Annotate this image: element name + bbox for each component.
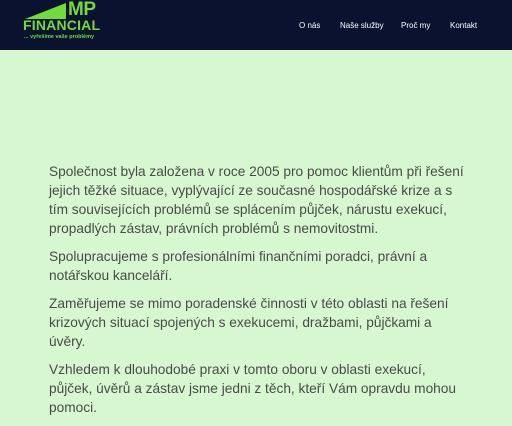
nav-link-proc-my[interactable]: Proč my	[401, 20, 430, 32]
about-content: Společnost byla založena v roce 2005 pro…	[49, 162, 469, 426]
about-paragraph: Společnost byla založena v roce 2005 pro…	[49, 164, 464, 236]
main-navigation: O nás Naše služby Proč my Kontakt	[0, 20, 512, 32]
about-paragraph: Spolupracujeme s profesionálními finančn…	[49, 249, 428, 283]
about-paragraph: Zaměřujeme se mimo poradenské činnosti v…	[49, 296, 449, 349]
nav-link-kontakt[interactable]: Kontakt	[450, 20, 477, 32]
site-header: MP FINANCIAL ... vyřešíme vaše problémy …	[0, 0, 512, 50]
nav-link-o-nas[interactable]: O nás	[299, 20, 320, 32]
nav-link-nase-sluzby[interactable]: Naše služby	[340, 20, 384, 32]
about-paragraph: Vzhledem k dlouhodobé praxi v tomto obor…	[49, 362, 457, 415]
logo-tagline: ... vyřešíme vaše problémy	[24, 34, 95, 40]
